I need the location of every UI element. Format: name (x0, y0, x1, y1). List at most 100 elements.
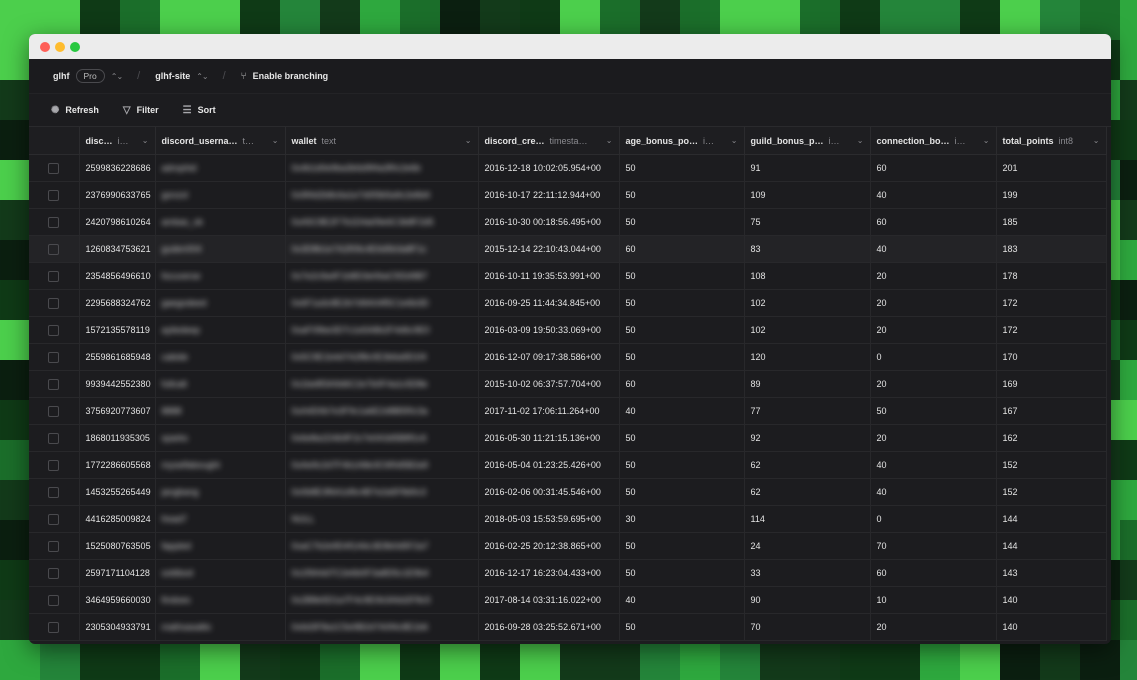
chevron-down-icon[interactable]: ⌄ (465, 136, 472, 145)
cell-id[interactable]: 2420798610264 (79, 208, 156, 236)
cell-username[interactable]: gaegodeed (155, 289, 286, 317)
table-row[interactable]: 2420798610264 ambas_ok 0xA5C8E2F7b1D4a09e6… (29, 208, 1107, 236)
cell-connection[interactable]: 40 (870, 181, 997, 209)
cell-id[interactable]: 1260834753621 (79, 235, 156, 263)
row-checkbox[interactable] (48, 540, 60, 552)
column-header[interactable]: discord_cre… timesta… ⌄ (478, 127, 620, 155)
row-checkbox[interactable] (48, 324, 60, 336)
row-checkbox[interactable] (48, 270, 60, 282)
cell-total[interactable]: 144 (996, 532, 1107, 560)
cell-wallet[interactable]: 0xA4D0b7e3F9c1a6E2d8B5f0c3a (285, 397, 479, 425)
cell-guild[interactable]: 62 (744, 451, 871, 479)
cell-id[interactable]: 2376990633765 (79, 181, 156, 209)
chevron-updown-icon[interactable]: ⌃⌄ (196, 72, 208, 81)
table-row[interactable]: 2597171104128 sottibod 0x1f9A4d7C2e6b0F3a8… (29, 559, 1107, 587)
cell-age[interactable]: 50 (619, 316, 745, 344)
cell-total[interactable]: 169 (996, 370, 1107, 398)
chevron-down-icon[interactable]: ⌄ (606, 136, 613, 145)
cell-id[interactable]: 1868011935305 (79, 424, 156, 452)
cell-connection[interactable]: 70 (870, 532, 997, 560)
cell-username[interactable]: myselfabought (155, 451, 286, 479)
table-row[interactable]: 1260834753621 guden004 0x3D8b1e7A2f09c4E6d… (29, 235, 1107, 263)
filter-button[interactable]: ▽ Filter (123, 105, 159, 116)
cell-id[interactable]: 9939442552380 (79, 370, 156, 398)
chevron-down-icon[interactable]: ⌄ (142, 136, 149, 145)
cell-created[interactable]: 2016-12-18 10:02:05.954+00 (478, 154, 620, 182)
table-row[interactable]: 1572135578119 ayliedeep 0xaF09be3D7c1e5A8b… (29, 316, 1107, 344)
maximize-window-button[interactable] (70, 42, 80, 52)
cell-connection[interactable]: 0 (870, 505, 997, 533)
row-checkbox[interactable] (48, 432, 60, 444)
cell-total[interactable]: 152 (996, 478, 1107, 506)
cell-guild[interactable]: 77 (744, 397, 871, 425)
column-header[interactable]: guild_bonus_p… i… ⌄ (744, 127, 871, 155)
cell-id[interactable]: 2305304933791 (79, 613, 156, 641)
row-checkbox[interactable] (48, 459, 60, 471)
branch-name[interactable]: glhf-site (155, 71, 190, 81)
cell-id[interactable]: 3464959660030 (79, 586, 156, 614)
cell-guild[interactable]: 109 (744, 181, 871, 209)
project-name[interactable]: glhf (53, 71, 70, 81)
cell-connection[interactable]: 20 (870, 613, 997, 641)
cell-total[interactable]: 178 (996, 262, 1107, 290)
row-checkbox[interactable] (48, 486, 60, 498)
cell-wallet[interactable]: 0x6F1a3c8E2b7d9A04f5C1e6b3D (285, 289, 479, 317)
table-row[interactable]: 1453255265449 jangbang 0x0b8E3f6A1d9c4B7e2… (29, 478, 1107, 506)
chevron-down-icon[interactable]: ⌄ (1093, 136, 1100, 145)
cell-connection[interactable]: 60 (870, 154, 997, 182)
row-checkbox[interactable] (48, 351, 60, 363)
table-row[interactable]: 3756920773607 8888 0xA4D0b7e3F9c1a6E2d8B5f… (29, 397, 1107, 425)
cell-wallet[interactable]: NULL (285, 505, 479, 533)
cell-created[interactable]: 2016-09-25 11:44:34.845+00 (478, 289, 620, 317)
cell-guild[interactable]: 62 (744, 478, 871, 506)
cell-username[interactable]: sparks (155, 424, 286, 452)
cell-created[interactable]: 2016-05-04 01:23:25.426+00 (478, 451, 620, 479)
cell-age[interactable]: 50 (619, 478, 745, 506)
cell-username[interactable]: cabide (155, 343, 286, 371)
cell-total[interactable]: 172 (996, 289, 1107, 317)
cell-total[interactable]: 140 (996, 586, 1107, 614)
row-checkbox[interactable] (48, 297, 60, 309)
column-header[interactable]: age_bonus_po… i… ⌄ (619, 127, 745, 155)
chevron-down-icon[interactable]: ⌄ (857, 136, 864, 145)
cell-wallet[interactable]: 0x7e2c9a4F1b8D3e06aC5f2d9B7 (285, 262, 479, 290)
cell-age[interactable]: 60 (619, 235, 745, 263)
cell-wallet[interactable]: 0x9f4d2b8c6a1e7d0f3b5a9c2e8d4 (285, 181, 479, 209)
cell-guild[interactable]: 90 (744, 586, 871, 614)
table-row[interactable]: 4416285009824 fread7 NULL 2018-05-03 15:53:… (29, 505, 1107, 533)
cell-username[interactable]: gonzol (155, 181, 286, 209)
column-header[interactable]: disc… i… ⌄ (79, 127, 156, 155)
cell-id[interactable]: 1453255265449 (79, 478, 156, 506)
cell-wallet[interactable]: 0x6e8a1D4b9F2c7e0A3d5B8f1c6 (285, 424, 479, 452)
cell-age[interactable]: 60 (619, 370, 745, 398)
cell-guild[interactable]: 70 (744, 613, 871, 641)
cell-connection[interactable]: 60 (870, 208, 997, 236)
cell-created[interactable]: 2016-12-17 16:23:04.433+00 (478, 559, 620, 587)
table-row[interactable]: 2295688324762 gaegodeed 0x6F1a3c8E2b7d9A04… (29, 289, 1107, 317)
cell-created[interactable]: 2016-05-30 11:21:15.136+00 (478, 424, 620, 452)
cell-username[interactable]: findoes (155, 586, 286, 614)
cell-created[interactable]: 2016-10-17 22:11:12.944+00 (478, 181, 620, 209)
cell-guild[interactable]: 108 (744, 262, 871, 290)
cell-wallet[interactable]: 0x1f9A4d7C2e6b0F3a8D5c1E9b4 (285, 559, 479, 587)
cell-id[interactable]: 2597171104128 (79, 559, 156, 587)
cell-id[interactable]: 2599836228686 (79, 154, 156, 182)
cell-created[interactable]: 2015-10-02 06:37:57.704+00 (478, 370, 620, 398)
row-checkbox[interactable] (48, 405, 60, 417)
cell-guild[interactable]: 102 (744, 316, 871, 344)
cell-id[interactable]: 4416285009824 (79, 505, 156, 533)
cell-username[interactable]: jangbang (155, 478, 286, 506)
table-row[interactable]: 2305304933791 mathsasaltic 0x6d3F8a1C5e9B2… (29, 613, 1107, 641)
cell-guild[interactable]: 75 (744, 208, 871, 236)
cell-created[interactable]: 2017-08-14 03:31:16.022+00 (478, 586, 620, 614)
row-checkbox[interactable] (48, 378, 60, 390)
cell-wallet[interactable]: 0x6d3F8a1C5e9B2d7A0f4c8E1b6 (285, 613, 479, 641)
cell-age[interactable]: 50 (619, 154, 745, 182)
cell-created[interactable]: 2016-02-25 20:12:38.865+00 (478, 532, 620, 560)
cell-id[interactable]: 2295688324762 (79, 289, 156, 317)
cell-total[interactable]: 167 (996, 397, 1107, 425)
cell-wallet[interactable]: 0x3D8b1e7A2f09c4E6d5b3a8F1c (285, 235, 479, 263)
row-checkbox[interactable] (48, 621, 60, 633)
cell-username[interactable]: mathsasaltic (155, 613, 286, 641)
cell-total[interactable]: 152 (996, 451, 1107, 479)
